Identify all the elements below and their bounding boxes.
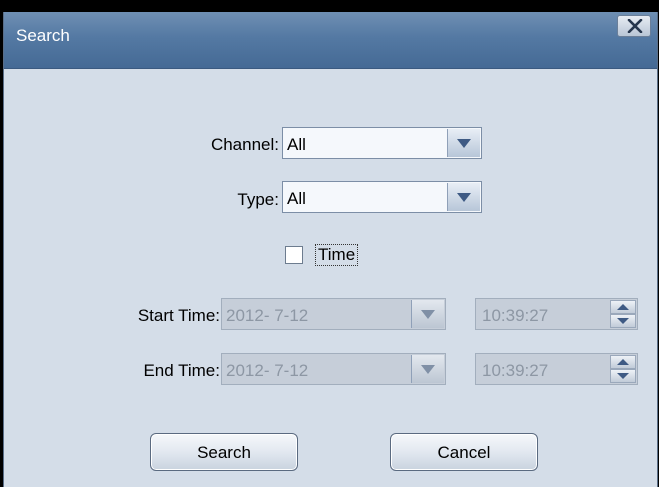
search-button-label: Search	[197, 443, 251, 462]
end-date-dropdown-button[interactable]	[411, 355, 444, 383]
start-date-dropdown-button[interactable]	[411, 300, 444, 328]
search-dialog: Search Channel: All Type: All Time Start…	[0, 0, 659, 487]
start-time-value: 10:39:27	[482, 306, 549, 325]
end-time-label: End Time:	[143, 361, 220, 380]
dialog-body: Channel: All Type: All Time Start Time: …	[4, 69, 657, 487]
dialog-frame: Search Channel: All Type: All Time Start…	[3, 12, 658, 487]
start-time-spinner[interactable]: 10:39:27	[475, 298, 638, 330]
end-time-spin-buttons[interactable]	[610, 355, 636, 383]
type-dropdown-button[interactable]	[447, 183, 480, 211]
end-time-value: 10:39:27	[482, 361, 549, 380]
chevron-down-icon	[457, 193, 471, 202]
chevron-down-icon	[421, 365, 435, 374]
search-button[interactable]: Search	[150, 433, 298, 471]
spin-up-icon[interactable]	[610, 355, 636, 369]
title-bar[interactable]: Search	[4, 12, 657, 69]
start-time-spin-buttons[interactable]	[610, 300, 636, 328]
type-value: All	[287, 189, 306, 208]
end-date-picker[interactable]: 2012- 7-12	[221, 353, 446, 385]
channel-dropdown-button[interactable]	[447, 129, 480, 157]
time-checkbox-label[interactable]: Time	[315, 244, 359, 266]
close-icon	[627, 19, 643, 33]
cancel-button[interactable]: Cancel	[390, 433, 538, 471]
end-time-spinner[interactable]: 10:39:27	[475, 353, 638, 385]
type-select[interactable]: All	[282, 181, 482, 213]
start-date-picker[interactable]: 2012- 7-12	[221, 298, 446, 330]
spin-up-icon[interactable]	[610, 300, 636, 314]
time-checkbox[interactable]	[285, 246, 303, 264]
close-button[interactable]	[617, 15, 651, 37]
start-time-label: Start Time:	[137, 306, 220, 325]
chevron-down-icon	[457, 139, 471, 148]
spin-down-icon[interactable]	[610, 314, 636, 328]
channel-label: Channel:	[210, 135, 279, 154]
window-title: Search	[16, 26, 70, 45]
chevron-down-icon	[421, 310, 435, 319]
type-label: Type:	[237, 190, 279, 209]
end-date-value: 2012- 7-12	[226, 361, 309, 380]
start-date-value: 2012- 7-12	[226, 306, 309, 325]
channel-select[interactable]: All	[282, 127, 482, 159]
spin-down-icon[interactable]	[610, 369, 636, 383]
cancel-button-label: Cancel	[437, 443, 491, 462]
channel-value: All	[287, 135, 306, 154]
